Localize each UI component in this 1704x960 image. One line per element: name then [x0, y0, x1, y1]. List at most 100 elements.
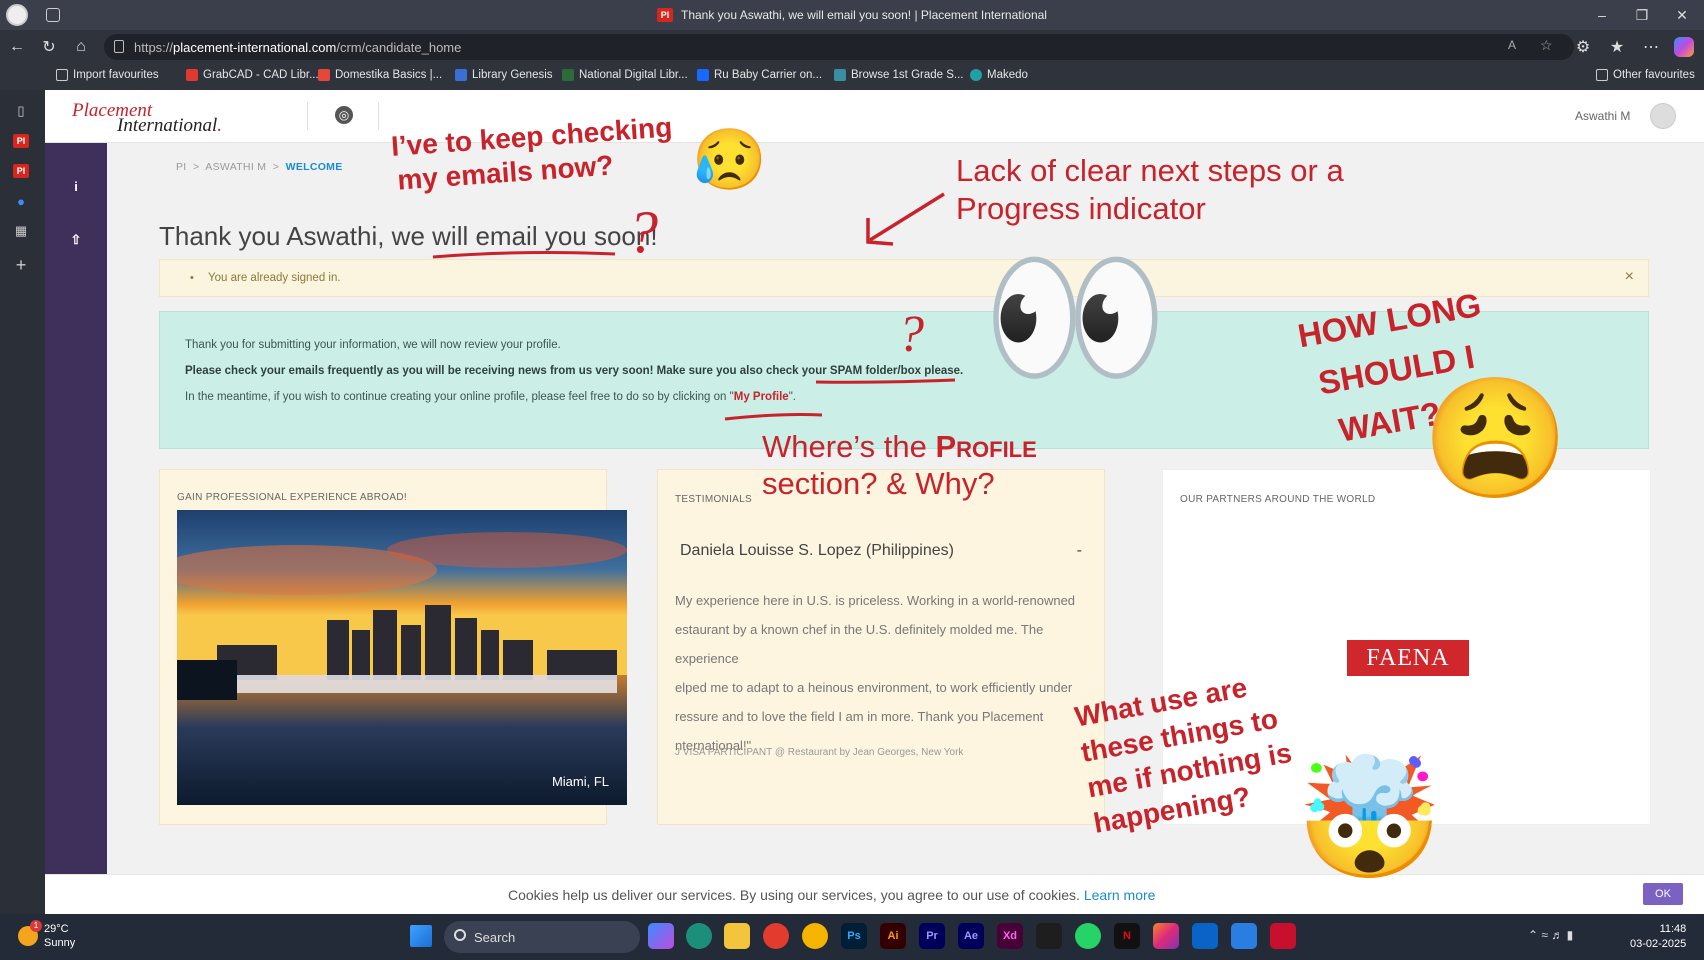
bookmark-makedo[interactable]: Makedo — [970, 69, 1028, 81]
extensions-icon[interactable]: ⚙ — [1572, 36, 1594, 58]
cookie-ok-button[interactable]: OK — [1643, 883, 1683, 905]
edge-icon[interactable] — [686, 923, 712, 949]
annotation-next-steps: Lack of clear next steps or a Progress i… — [956, 153, 1344, 226]
refresh-icon[interactable]: ↻ — [38, 36, 60, 58]
premiere-icon[interactable]: Pr — [919, 923, 945, 949]
faena-logo[interactable]: FAENA — [1347, 640, 1469, 676]
read-aloud-icon[interactable]: A — [1508, 38, 1516, 52]
copilot-icon[interactable] — [648, 923, 674, 949]
acrobat-icon[interactable] — [1270, 923, 1296, 949]
card-title: GAIN PROFESSIONAL EXPERIENCE ABROAD! — [177, 492, 407, 503]
info-line-1: Thank you for submitting your informatio… — [185, 339, 561, 351]
placement-favicon-icon: PI — [657, 8, 673, 22]
learn-more-link[interactable]: Learn more — [1084, 887, 1156, 903]
weather-widget[interactable]: 1 29°C Sunny — [18, 920, 75, 950]
my-profile-link[interactable]: My Profile — [734, 391, 789, 403]
photoshop-icon[interactable]: Ps — [841, 923, 867, 949]
minimize-icon[interactable]: – — [1582, 0, 1622, 30]
close-window-icon[interactable]: ✕ — [1662, 0, 1702, 30]
start-icon[interactable] — [410, 925, 432, 947]
restore-icon[interactable]: ❐ — [1622, 0, 1662, 30]
globe-icon[interactable]: ◎ — [335, 106, 353, 124]
instagram-icon[interactable] — [1153, 923, 1179, 949]
miami-skyline-image — [177, 510, 627, 805]
logo-line2: International. — [117, 115, 223, 136]
bookmark-national-digital-library[interactable]: National Digital Libr... — [562, 69, 688, 81]
tab-actions-icon[interactable]: ▯ — [10, 100, 32, 122]
breadcrumb-user[interactable]: ASWATHI M — [205, 161, 266, 173]
other-favourites[interactable]: Other favourites — [1596, 69, 1695, 81]
search-icon[interactable]: ● — [10, 190, 32, 212]
outlook-icon[interactable] — [1192, 923, 1218, 949]
address-bar[interactable]: https://placement-international.com/crm/… — [104, 34, 1574, 60]
placement-tab-icon[interactable]: PI — [10, 160, 32, 182]
favorite-star-icon[interactable]: ☆ — [1540, 37, 1553, 54]
browser-side-rail: ▯ PI PI ● ▦ + — [0, 90, 42, 914]
breadcrumb-current: WELCOME — [285, 161, 343, 173]
search-icon — [454, 929, 466, 941]
testimonial-toggle[interactable]: - — [1077, 542, 1082, 560]
notepad-icon[interactable] — [1231, 923, 1257, 949]
avatar[interactable] — [1650, 103, 1676, 129]
file-explorer-icon[interactable] — [724, 923, 750, 949]
user-name[interactable]: Aswathi M — [1575, 109, 1630, 123]
alert-text: You are already signed in. — [208, 272, 341, 284]
photo-caption: Miami, FL — [551, 774, 609, 789]
card-title: TESTIMONIALS — [675, 494, 752, 505]
after-effects-icon[interactable]: Ae — [958, 923, 984, 949]
testimonial-name: Daniela Louisse S. Lopez (Philippines) — [680, 542, 954, 559]
site-logo[interactable]: Placement International. — [45, 90, 275, 143]
xd-icon[interactable]: Xd — [997, 923, 1023, 949]
active-tab[interactable]: PI Thank you Aswathi, we will email you … — [0, 0, 1704, 30]
back-icon[interactable]: ← — [6, 36, 28, 58]
breadcrumb: PI > ASWATHI M > WELCOME — [176, 161, 343, 173]
favorites-icon[interactable]: ★ — [1606, 36, 1628, 58]
header-divider — [378, 102, 379, 130]
bookmark-library-genesis[interactable]: Library Genesis — [455, 69, 553, 81]
copilot-icon[interactable] — [1674, 37, 1694, 57]
illustrator-icon[interactable]: Ai — [880, 923, 906, 949]
bullet: • — [190, 272, 194, 284]
add-icon[interactable]: + — [10, 254, 32, 276]
makedo-icon — [970, 69, 982, 81]
bookmark-import-favourites[interactable]: Import favourites — [56, 69, 159, 81]
info-icon[interactable]: i — [67, 177, 85, 195]
page-title: Thank you Aswathi, we will email you soo… — [159, 221, 658, 251]
chrome-icon[interactable] — [763, 923, 789, 949]
chrome-icon[interactable] — [802, 923, 828, 949]
taskbar: 1 29°C Sunny Search Ps Ai Pr Ae Xd N ⌃ ≈ … — [0, 914, 1704, 960]
header-divider — [307, 102, 308, 130]
taskbar-search[interactable]: Search — [444, 921, 640, 953]
bookmark-baby-carrier[interactable]: Ru Baby Carrier on... — [697, 69, 822, 81]
grabcad-icon — [186, 69, 198, 81]
testimonials-card: TESTIMONIALS Daniela Louisse S. Lopez (P… — [657, 469, 1105, 825]
close-icon[interactable]: × — [1625, 268, 1634, 286]
mind-blown-emoji: 🤯 — [1296, 753, 1443, 885]
folder-icon — [1596, 69, 1608, 81]
bookmark-domestika[interactable]: Domestika Basics |... — [318, 69, 442, 81]
tab-title: Thank you Aswathi, we will email you soo… — [681, 8, 1047, 22]
weather-badge: 1 — [30, 920, 42, 932]
bookmark-grabcad[interactable]: GrabCAD - CAD Libr... — [186, 69, 319, 81]
annotation-profile: Where’s the Profile section? & Why? — [762, 429, 1037, 501]
netflix-icon[interactable]: N — [1114, 923, 1140, 949]
breadcrumb-root[interactable]: PI — [176, 161, 187, 173]
info-line-2: Please check your emails frequently as y… — [185, 365, 964, 377]
url-prefix: https:// — [134, 39, 174, 55]
system-tray[interactable]: ⌃ ≈ ♬ ▮ — [1528, 928, 1618, 946]
experience-card: GAIN PROFESSIONAL EXPERIENCE ABROAD! Mia… — [159, 469, 627, 825]
bookmark-browse-grade[interactable]: Browse 1st Grade S... — [834, 69, 964, 81]
more-icon[interactable]: ⋯ — [1640, 36, 1662, 58]
upload-icon[interactable]: ⇧ — [67, 231, 85, 249]
card-title: OUR PARTNERS AROUND THE WORLD — [1180, 494, 1376, 505]
url-path: /crm/candidate_home — [336, 39, 462, 55]
figma-icon[interactable] — [1036, 923, 1062, 949]
placement-tab-icon[interactable]: PI — [10, 130, 32, 152]
collections-icon[interactable]: ▦ — [10, 220, 32, 242]
bookmarks-bar: Import favourites GrabCAD - CAD Libr... … — [0, 64, 1704, 90]
whatsapp-icon[interactable] — [1075, 923, 1101, 949]
window-titlebar: PI Thank you Aswathi, we will email you … — [0, 0, 1704, 30]
home-icon[interactable]: ⌂ — [70, 36, 92, 58]
clock[interactable]: 11:48 03-02-2025 — [1630, 922, 1686, 952]
cookie-text: Cookies help us deliver our services. By… — [508, 887, 1156, 903]
